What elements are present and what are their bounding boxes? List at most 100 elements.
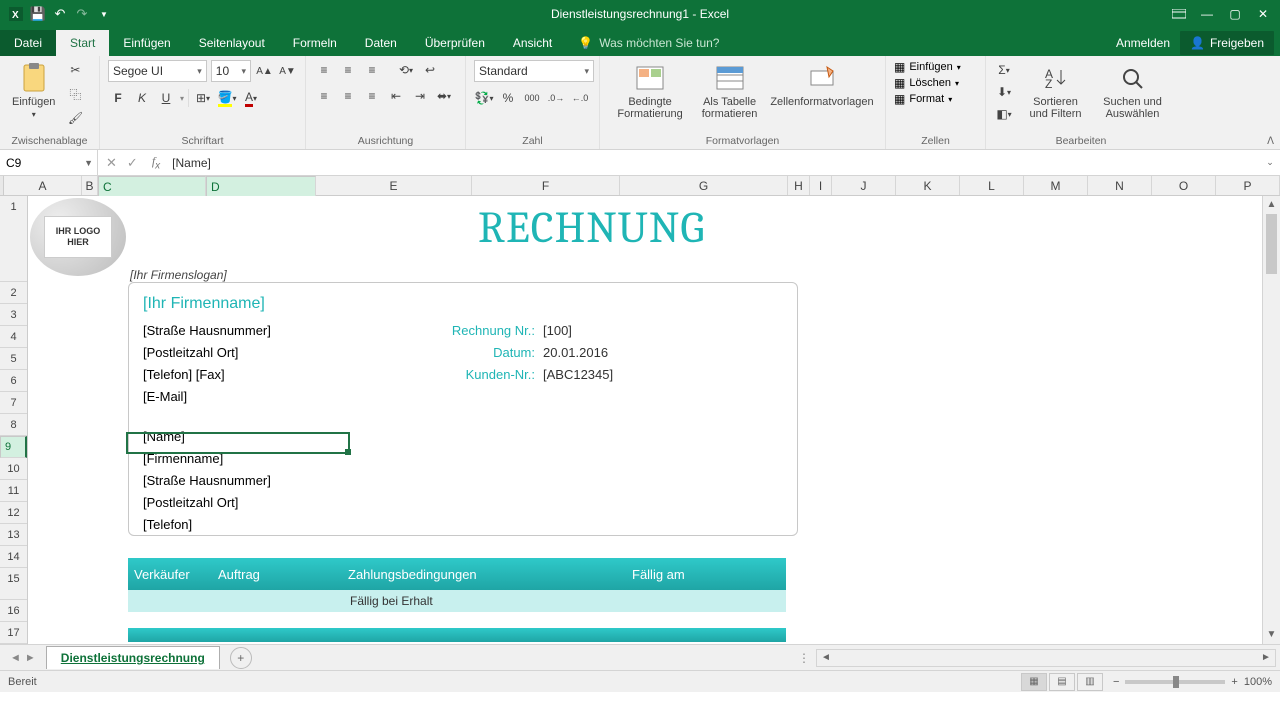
align-right-icon[interactable]: ≡ [362,86,382,106]
tab-file[interactable]: Datei [0,30,56,56]
tab-home[interactable]: Start [56,30,109,56]
decrease-font-icon[interactable]: A▼ [278,61,297,81]
autosum-icon[interactable]: Σ▾ [994,60,1014,80]
fill-color-icon[interactable]: 🪣▾ [217,88,237,108]
italic-button[interactable]: K [132,88,152,108]
copy-icon[interactable]: ⿻ [65,84,85,104]
save-icon[interactable]: 💾 [30,6,46,22]
minimize-icon[interactable]: ― [1194,3,1220,25]
tab-review[interactable]: Überprüfen [411,30,499,56]
zoom-level[interactable]: 100% [1244,676,1272,688]
column-header[interactable]: I [810,176,832,195]
row-header[interactable]: 15 [0,568,27,600]
delete-cells-button[interactable]: ▦Löschen▾ [894,76,977,90]
align-bottom-icon[interactable]: ≡ [362,60,382,80]
ribbon-options-icon[interactable] [1166,3,1192,25]
view-pagebreak-icon[interactable]: ▥ [1077,673,1103,691]
row-header[interactable]: 11 [0,480,27,502]
increase-indent-icon[interactable]: ⇥ [410,86,430,106]
fill-icon[interactable]: ⬇▾ [994,82,1014,102]
column-header[interactable]: J [832,176,896,195]
scroll-right-icon[interactable]: ► [1257,652,1275,663]
sheet-nav-prev-icon[interactable]: ◄ [10,652,21,664]
row-header[interactable]: 10 [0,458,27,480]
row-header[interactable]: 12 [0,502,27,524]
view-pagelayout-icon[interactable]: ▤ [1049,673,1075,691]
increase-decimal-icon[interactable]: .0→ [546,88,566,108]
name-box[interactable]: C9▼ [0,150,98,175]
font-color-icon[interactable]: A▾ [241,88,261,108]
scroll-thumb[interactable] [1266,214,1277,274]
tell-me[interactable]: 💡Was möchten Sie tun? [566,30,731,56]
tab-data[interactable]: Daten [351,30,411,56]
row-header[interactable]: 17 [0,622,27,644]
sort-filter-button[interactable]: AZ Sortieren und Filtern [1020,60,1091,122]
row-header[interactable]: 5 [0,348,27,370]
comma-icon[interactable]: 000 [522,88,542,108]
paste-button[interactable]: Einfügen▾ [8,60,59,121]
borders-icon[interactable]: ⊞▾ [193,88,213,108]
column-header[interactable]: N [1088,176,1152,195]
clear-icon[interactable]: ◧▾ [994,104,1014,124]
qat-customize-icon[interactable]: ▼ [96,6,112,22]
chevron-down-icon[interactable]: ▼ [84,158,93,168]
row-header[interactable]: 14 [0,546,27,568]
vertical-scrollbar[interactable]: ▲ ▼ [1262,196,1280,644]
row-header[interactable]: 4 [0,326,27,348]
collapse-ribbon-icon[interactable]: ᐱ [1267,136,1274,147]
align-top-icon[interactable]: ≡ [314,60,334,80]
format-as-table-button[interactable]: Als Tabelle formatieren [692,60,767,122]
formula-bar[interactable]: [Name] [166,156,1260,170]
merge-icon[interactable]: ⬌▾ [434,86,454,106]
row-header[interactable]: 13 [0,524,27,546]
column-header[interactable]: H [788,176,810,195]
column-header[interactable]: E [316,176,472,195]
align-middle-icon[interactable]: ≡ [338,60,358,80]
font-size-select[interactable]: 10▾ [211,60,251,82]
worksheet[interactable]: IHR LOGO HIER RECHNUNG [Ihr Firmenslogan… [28,196,1262,644]
align-center-icon[interactable]: ≡ [338,86,358,106]
column-header[interactable]: P [1216,176,1280,195]
view-normal-icon[interactable]: ▦ [1021,673,1047,691]
close-icon[interactable]: ✕ [1250,3,1276,25]
share-button[interactable]: 👤Freigeben [1180,31,1274,55]
signin-link[interactable]: Anmelden [1106,30,1180,56]
font-name-select[interactable]: Segoe UI▾ [108,60,207,82]
increase-font-icon[interactable]: A▲ [255,61,274,81]
column-header[interactable]: D [206,176,316,198]
column-header[interactable]: M [1024,176,1088,195]
redo-icon[interactable]: ↷ [74,6,90,22]
find-select-button[interactable]: Suchen und Auswählen [1097,60,1168,122]
number-format-select[interactable]: Standard▾ [474,60,594,82]
column-header[interactable]: K [896,176,960,195]
zoom-out-icon[interactable]: − [1113,676,1119,688]
currency-icon[interactable]: 💱▾ [474,88,494,108]
cut-icon[interactable]: ✂ [65,60,85,80]
row-header[interactable]: 3 [0,304,27,326]
decrease-decimal-icon[interactable]: ←.0 [570,88,590,108]
maximize-icon[interactable]: ▢ [1222,3,1248,25]
conditional-formatting-button[interactable]: Bedingte Formatierung [608,60,692,122]
zoom-slider[interactable] [1125,680,1225,684]
percent-icon[interactable]: % [498,88,518,108]
fx-icon[interactable]: fx [146,154,166,171]
sheet-tab[interactable]: Dienstleistungsrechnung [46,646,220,669]
align-left-icon[interactable]: ≡ [314,86,334,106]
enter-formula-icon[interactable]: ✓ [127,155,138,171]
column-header[interactable]: C [98,176,206,198]
row-header[interactable]: 9 [0,436,27,458]
add-sheet-icon[interactable]: + [230,647,252,669]
scroll-down-icon[interactable]: ▼ [1263,626,1280,644]
scroll-up-icon[interactable]: ▲ [1263,196,1280,214]
format-painter-icon[interactable]: 🖌 [65,108,85,128]
zoom-in-icon[interactable]: + [1231,676,1237,688]
wrap-text-icon[interactable]: ↩ [420,60,440,80]
cancel-formula-icon[interactable]: ✕ [106,155,117,171]
insert-cells-button[interactable]: ▦Einfügen▾ [894,60,977,74]
column-header[interactable]: F [472,176,620,195]
column-header[interactable]: A [4,176,82,195]
underline-button[interactable]: U [156,88,176,108]
tab-insert[interactable]: Einfügen [109,30,184,56]
format-cells-button[interactable]: ▦Format▾ [894,92,977,106]
sheet-nav-next-icon[interactable]: ► [25,652,36,664]
